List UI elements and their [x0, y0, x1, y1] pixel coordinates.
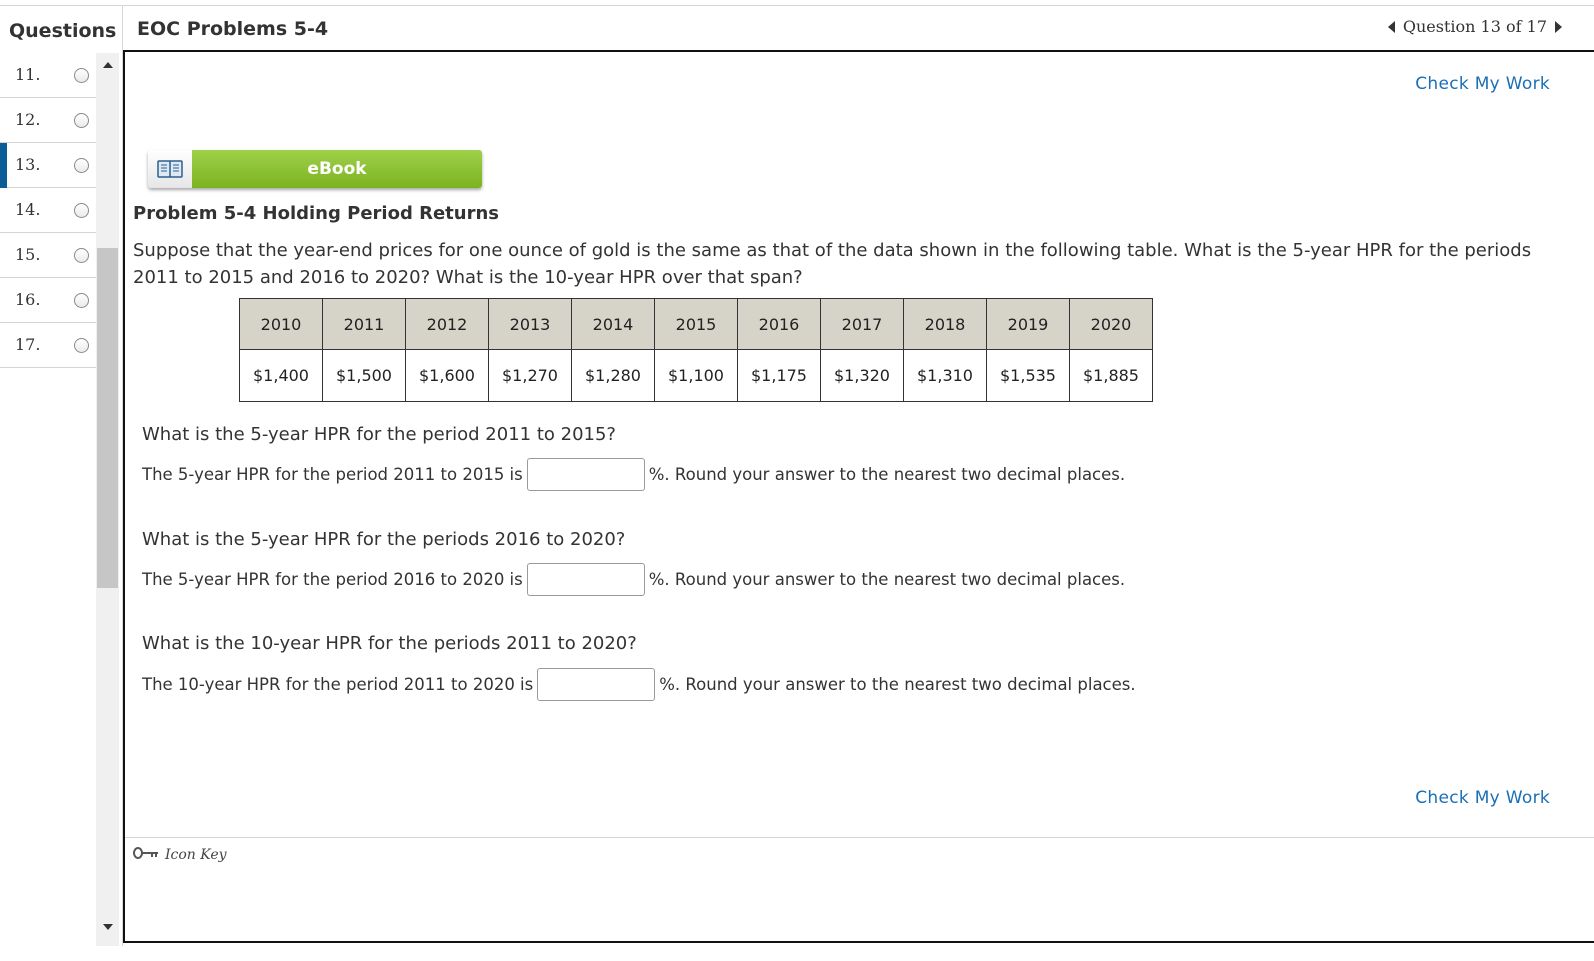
status-radio-icon: [74, 158, 89, 173]
scroll-down-icon[interactable]: [103, 924, 113, 930]
assignment-title: EOC Problems 5-4: [137, 18, 329, 40]
problem-title: Problem 5-4 Holding Period Returns: [133, 203, 499, 224]
question-item-13[interactable]: 13.: [0, 143, 96, 188]
scrollbar-thumb[interactable]: [97, 248, 118, 588]
icon-key-link[interactable]: Icon Key: [133, 847, 227, 863]
question-number: 17.: [15, 335, 41, 354]
answer-prefix-1: The 5-year HPR for the period 2011 to 20…: [142, 465, 523, 484]
table-row-prices: $1,400 $1,500 $1,600 $1,270 $1,280 $1,10…: [239, 349, 1153, 402]
year-cell: 2010: [239, 298, 323, 350]
year-cell: 2014: [571, 298, 655, 350]
price-cell: $1,280: [571, 349, 655, 402]
gold-price-table: 2010 2011 2012 2013 2014 2015 2016 2017 …: [239, 298, 1153, 402]
question-navigator: Question 13 of 17: [1387, 17, 1562, 36]
price-cell: $1,310: [903, 349, 987, 402]
question-item-12[interactable]: 12.: [0, 98, 96, 143]
question-position-label: Question 13 of 17: [1402, 17, 1547, 36]
hpr-2011-2020-input[interactable]: [537, 668, 656, 701]
answer-prefix-2: The 5-year HPR for the period 2016 to 20…: [142, 570, 523, 589]
status-radio-icon: [74, 113, 89, 128]
question-number: 13.: [15, 155, 41, 174]
question-item-17[interactable]: 17.: [0, 323, 96, 368]
answer-suffix-1: %. Round your answer to the nearest two …: [648, 465, 1126, 484]
question-number: 11.: [15, 65, 41, 84]
answer-line-2: The 5-year HPR for the period 2016 to 20…: [142, 563, 1125, 596]
question-heading-1: What is the 5-year HPR for the period 20…: [142, 424, 616, 445]
year-cell: 2016: [737, 298, 821, 350]
question-item-15[interactable]: 15.: [0, 233, 96, 278]
top-border: [0, 0, 1594, 6]
book-icon: [148, 150, 192, 188]
year-cell: 2013: [488, 298, 572, 350]
question-item-16[interactable]: 16.: [0, 278, 96, 323]
price-cell: $1,175: [737, 349, 821, 402]
question-number: 12.: [15, 110, 41, 129]
chevron-left-icon[interactable]: [1387, 20, 1395, 33]
check-my-work-link-bottom[interactable]: Check My Work: [1415, 788, 1550, 808]
scroll-up-icon[interactable]: [103, 62, 113, 68]
answer-prefix-3: The 10-year HPR for the period 2011 to 2…: [142, 675, 534, 694]
questions-sidebar: Questions 11. 12. 13. 14. 15. 16. 17.: [0, 6, 123, 946]
status-radio-icon: [74, 293, 89, 308]
year-cell: 2020: [1069, 298, 1153, 350]
key-icon: [133, 847, 159, 863]
year-cell: 2012: [405, 298, 489, 350]
price-cell: $1,500: [322, 349, 406, 402]
ebook-button[interactable]: eBook: [148, 150, 482, 188]
year-cell: 2015: [654, 298, 738, 350]
answer-suffix-3: %. Round your answer to the nearest two …: [659, 675, 1136, 694]
active-marker: [0, 143, 7, 188]
question-item-14[interactable]: 14.: [0, 188, 96, 233]
status-radio-icon: [74, 68, 89, 83]
price-cell: $1,400: [239, 349, 323, 402]
question-heading-3: What is the 10-year HPR for the periods …: [142, 633, 637, 654]
year-cell: 2011: [322, 298, 406, 350]
question-list: 11. 12. 13. 14. 15. 16. 17.: [0, 53, 96, 368]
answer-line-3: The 10-year HPR for the period 2011 to 2…: [142, 668, 1136, 701]
hpr-2016-2020-input[interactable]: [526, 563, 645, 596]
sidebar-title: Questions: [9, 20, 117, 42]
year-cell: 2018: [903, 298, 987, 350]
question-number: 15.: [15, 245, 41, 264]
table-row-years: 2010 2011 2012 2013 2014 2015 2016 2017 …: [239, 298, 1153, 350]
price-cell: $1,320: [820, 349, 904, 402]
check-my-work-link-top[interactable]: Check My Work: [1415, 74, 1550, 94]
price-cell: $1,600: [405, 349, 489, 402]
answer-suffix-2: %. Round your answer to the nearest two …: [648, 570, 1126, 589]
question-panel: Check My Work eBook Problem 5-4 Holding …: [123, 50, 1594, 943]
chevron-right-icon[interactable]: [1555, 20, 1562, 33]
status-radio-icon: [74, 203, 89, 218]
question-heading-2: What is the 5-year HPR for the periods 2…: [142, 529, 626, 550]
price-cell: $1,270: [488, 349, 572, 402]
year-cell: 2017: [820, 298, 904, 350]
problem-text: Suppose that the year-end prices for one…: [133, 240, 1532, 288]
question-number: 14.: [15, 200, 41, 219]
hpr-2011-2015-input[interactable]: [526, 458, 645, 491]
price-cell: $1,535: [986, 349, 1070, 402]
question-item-11[interactable]: 11.: [0, 53, 96, 98]
question-number: 16.: [15, 290, 41, 309]
year-cell: 2019: [986, 298, 1070, 350]
price-cell: $1,885: [1069, 349, 1153, 402]
status-radio-icon: [74, 338, 89, 353]
ebook-label: eBook: [192, 150, 482, 188]
price-cell: $1,100: [654, 349, 738, 402]
answer-line-1: The 5-year HPR for the period 2011 to 20…: [142, 458, 1125, 491]
footer-divider: [125, 837, 1594, 838]
icon-key-label: Icon Key: [165, 847, 227, 863]
status-radio-icon: [74, 248, 89, 263]
